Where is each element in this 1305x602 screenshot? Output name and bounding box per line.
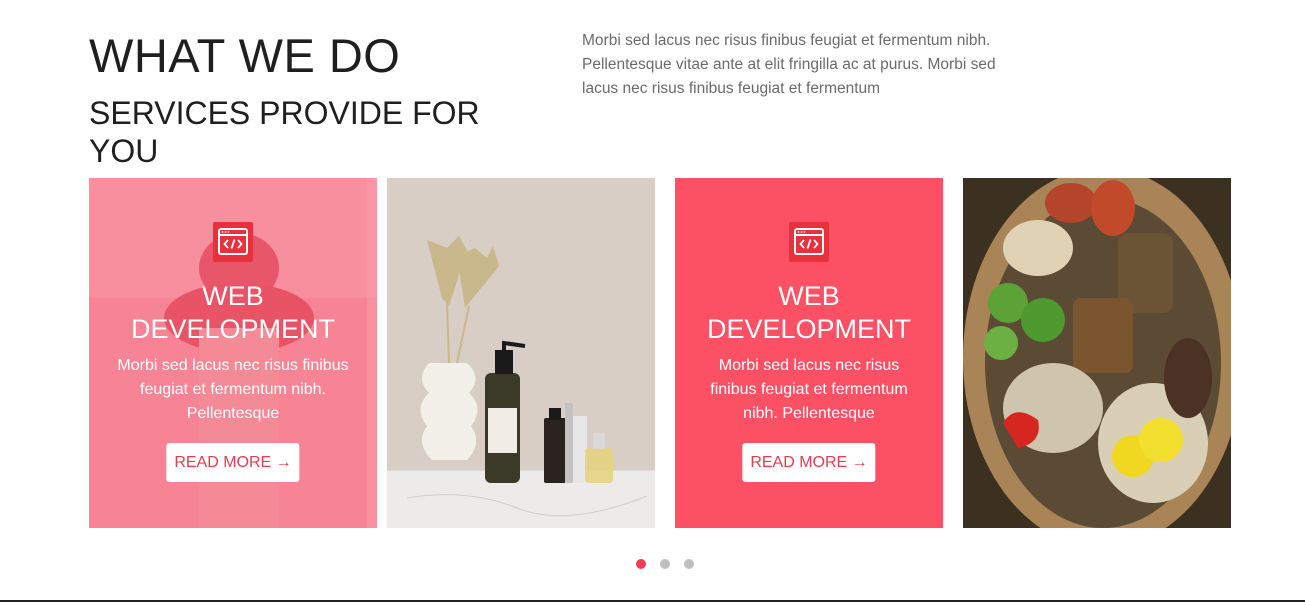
grocery-basket-photo: [963, 178, 1231, 528]
read-more-button[interactable]: READ MORE →: [742, 443, 876, 482]
code-window-icon: [213, 222, 253, 262]
pagination-dot-3[interactable]: [684, 559, 694, 569]
service-card: WEB DEVELOPMENT Morbi sed lacus nec risu…: [675, 178, 943, 528]
section-intro: Morbi sed lacus nec risus finibus feugia…: [582, 32, 996, 97]
service-title: WEB DEVELOPMENT: [706, 281, 912, 344]
services-carousel[interactable]: WEB DEVELOPMENT Morbi sed lacus nec risu…: [89, 178, 1231, 528]
service-description: Morbi sed lacus nec risus finibus feugia…: [710, 357, 908, 422]
section-subtitle: SERVICES PROVIDE FOR YOU: [89, 95, 480, 169]
code-window-icon: [789, 222, 829, 262]
read-more-button[interactable]: READ MORE →: [166, 443, 300, 482]
cosmetics-photo: [387, 178, 655, 528]
service-card: WEB DEVELOPMENT Morbi sed lacus nec risu…: [89, 178, 377, 528]
photo-card: [387, 178, 655, 528]
service-title: WEB DEVELOPMENT: [130, 281, 336, 344]
carousel-pagination: [636, 556, 708, 569]
photo-card: [963, 178, 1231, 528]
section-title: WHAT WE DO: [89, 29, 401, 82]
pagination-dot-2[interactable]: [660, 559, 670, 569]
service-description: Morbi sed lacus nec risus finibus feugia…: [117, 357, 349, 422]
pagination-dot-1[interactable]: [636, 559, 646, 569]
